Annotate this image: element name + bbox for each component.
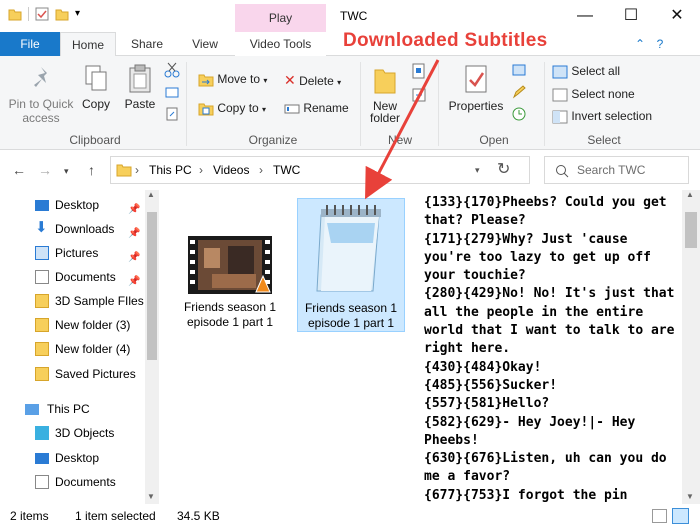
annotation-arrow	[365, 59, 440, 200]
